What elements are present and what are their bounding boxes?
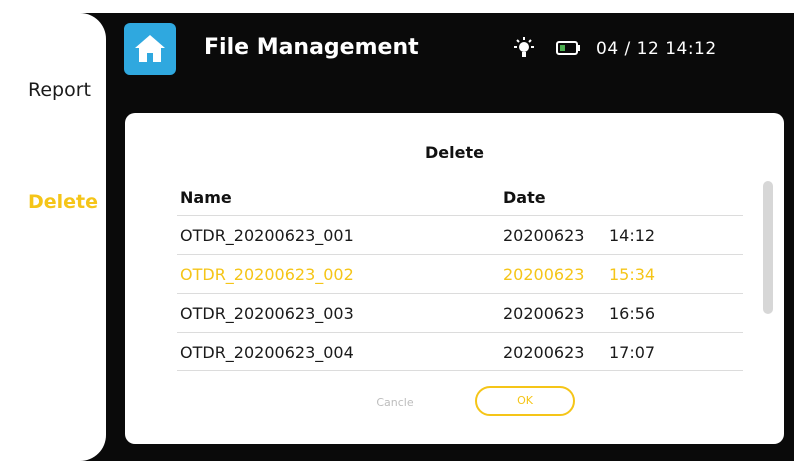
battery-icon: [556, 41, 580, 55]
file-date: 20200623: [503, 304, 585, 323]
table-row[interactable]: OTDR_20200623_003 20200623 16:56: [177, 294, 743, 332]
file-name: OTDR_20200623_003: [180, 304, 354, 323]
table-row[interactable]: OTDR_20200623_004 20200623 17:07: [177, 333, 743, 371]
home-icon: [135, 35, 165, 62]
file-date: 20200623: [503, 343, 585, 362]
table-row[interactable]: OTDR_20200623_002 20200623 15:34: [177, 255, 743, 293]
dialog-title: Delete: [425, 143, 484, 162]
file-date: 20200623: [503, 226, 585, 245]
ok-button[interactable]: OK: [475, 386, 575, 416]
delete-dialog: Delete Name Date OTDR_20200623_001 20200…: [125, 113, 784, 444]
file-name: OTDR_20200623_004: [180, 343, 354, 362]
scrollbar[interactable]: [763, 181, 773, 314]
date-time: 04 / 12 14:12: [596, 39, 717, 59]
sidebar-item-delete[interactable]: Delete: [28, 191, 108, 213]
column-header-date: Date: [503, 188, 546, 207]
file-time: 17:07: [609, 343, 656, 362]
page-title: File Management: [204, 35, 419, 60]
brightness-icon: [514, 37, 534, 57]
home-button[interactable]: [124, 23, 176, 75]
file-time: 14:12: [609, 226, 656, 245]
divider: [177, 370, 743, 371]
column-header-name: Name: [180, 188, 232, 207]
sidebar: Report Delete: [9, 13, 106, 461]
file-time: 16:56: [609, 304, 656, 323]
sidebar-item-report[interactable]: Report: [28, 79, 108, 101]
file-name: OTDR_20200623_002: [180, 265, 354, 284]
table-row[interactable]: OTDR_20200623_001 20200623 14:12: [177, 216, 743, 254]
file-date: 20200623: [503, 265, 585, 284]
cancel-button[interactable]: Cancle: [365, 396, 425, 409]
file-time: 15:34: [609, 265, 656, 284]
file-name: OTDR_20200623_001: [180, 226, 354, 245]
